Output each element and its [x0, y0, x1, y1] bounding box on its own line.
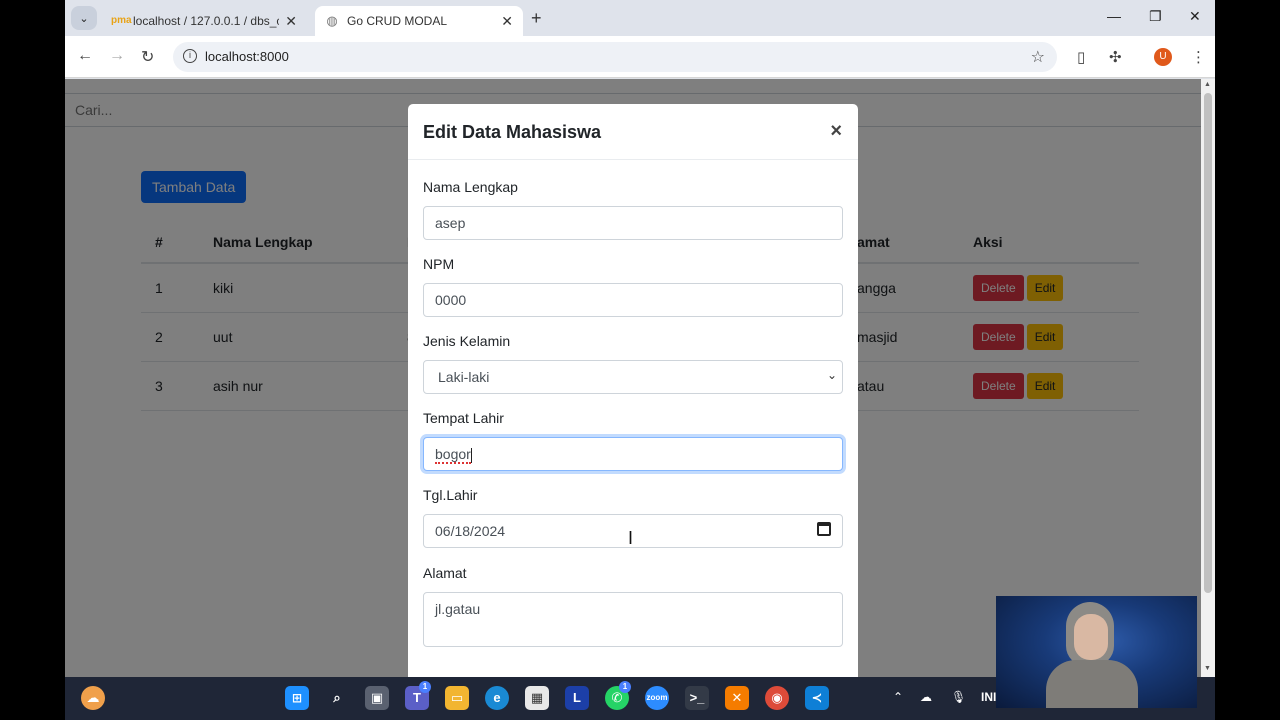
microphone-icon[interactable]: 🎙 [951, 690, 966, 704]
close-icon[interactable]: ✕ [501, 13, 513, 30]
scroll-down-icon[interactable]: ▼ [1204, 665, 1211, 672]
lark-l-icon[interactable]: L [565, 686, 589, 710]
text-cursor-icon: I [628, 528, 634, 548]
select-value: Laki-laki [438, 369, 490, 385]
forward-arrow-icon[interactable]: → [109, 47, 125, 65]
label-nama-lengkap: Nama Lengkap [423, 179, 518, 195]
whatsapp-badge: 1 [619, 681, 631, 693]
webcam-overlay [996, 596, 1197, 708]
field-npm: NPM [423, 256, 843, 317]
modal-title: Edit Data Mahasiswa [423, 122, 602, 142]
field-alamat: Alamat jl.gatau [423, 565, 843, 647]
address-bar[interactable]: i localhost:8000 ☆ [173, 42, 1057, 72]
bookmark-star-icon[interactable]: ☆ [1031, 47, 1045, 67]
label-npm: NPM [423, 256, 455, 272]
chevron-down-icon: ⌄ [79, 12, 89, 25]
label-alamat: Alamat [423, 565, 467, 581]
close-icon[interactable]: ✕ [285, 13, 297, 30]
field-tempat-lahir: Tempat Lahir bogor [423, 410, 843, 471]
zoom-icon[interactable]: zoom [645, 686, 669, 710]
chevron-down-icon: ⌄ [826, 368, 837, 382]
reload-icon[interactable]: ↻ [141, 47, 154, 67]
calendar-icon[interactable] [817, 522, 831, 536]
xampp-icon[interactable]: ✕ [725, 686, 749, 710]
close-icon[interactable]: × [830, 120, 842, 143]
edit-modal: Edit Data Mahasiswa × Nama Lengkap NPM J… [408, 104, 858, 677]
edge-icon[interactable]: e [485, 686, 509, 710]
screen: ⌄ pma localhost / 127.0.0.1 / dbs_crud ✕… [65, 0, 1215, 720]
file-explorer-icon[interactable]: ▭ [445, 686, 469, 710]
field-nama-lengkap: Nama Lengkap [423, 179, 843, 240]
teams-badge: 1 [419, 681, 431, 693]
browser-toolbar: ← → ↻ i localhost:8000 ☆ ▯ ✣ U ⋮ [65, 36, 1215, 78]
right-letterbox [1215, 0, 1280, 720]
vscode-icon[interactable]: ≺ [805, 686, 829, 710]
label-tempat-lahir: Tempat Lahir [423, 410, 504, 426]
phpmyadmin-icon: pma [111, 15, 132, 26]
jenis-kelamin-select[interactable]: Laki-laki [423, 360, 843, 394]
nama-lengkap-input[interactable] [423, 206, 843, 240]
person-face [1074, 614, 1108, 660]
modal-header: Edit Data Mahasiswa × [408, 104, 858, 160]
tab-title: Go CRUD MODAL [347, 14, 448, 28]
profile-avatar[interactable]: U [1154, 48, 1172, 66]
tab-phpmyadmin[interactable]: pma localhost / 127.0.0.1 / dbs_crud ✕ [101, 6, 307, 36]
extensions-puzzle-icon[interactable]: ✣ [1109, 48, 1122, 66]
back-arrow-icon[interactable]: ← [77, 47, 93, 65]
task-view-icon[interactable]: ▣ [365, 686, 389, 710]
scrollbar-thumb[interactable] [1204, 93, 1212, 593]
date-value: 06/18/2024 [435, 523, 506, 539]
chrome-icon[interactable]: ◉ [765, 686, 789, 710]
url-text: localhost:8000 [205, 49, 289, 64]
tab-title: localhost / 127.0.0.1 / dbs_crud [133, 14, 279, 28]
scroll-up-icon[interactable]: ▲ [1204, 81, 1211, 88]
alamat-textarea[interactable]: jl.gatau [423, 592, 843, 647]
minimize-icon[interactable]: — [1107, 8, 1121, 24]
tab-go-crud-modal[interactable]: ◍ Go CRUD MODAL ✕ [315, 6, 523, 36]
page-viewport: Tambah Data # Nama Lengkap NI amat Aksi … [65, 79, 1201, 677]
left-letterbox [0, 0, 65, 720]
new-tab-plus-icon[interactable]: + [531, 8, 542, 29]
restore-icon[interactable]: ❐ [1149, 8, 1162, 25]
field-tgl-lahir: Tgl.Lahir 06/18/2024 [423, 487, 843, 548]
store-icon[interactable]: ▦ [525, 686, 549, 710]
start-windows-icon[interactable]: ⊞ [285, 686, 309, 710]
npm-input[interactable] [423, 283, 843, 317]
terminal-icon[interactable]: >_ [685, 686, 709, 710]
menu-kebab-icon[interactable]: ⋮ [1191, 48, 1206, 66]
tab-strip: ⌄ pma localhost / 127.0.0.1 / dbs_crud ✕… [65, 0, 1215, 36]
tab-search-button[interactable]: ⌄ [71, 6, 97, 30]
globe-icon: ◍ [326, 13, 338, 28]
chevron-up-icon[interactable]: ⌃ [893, 690, 903, 704]
label-jenis-kelamin: Jenis Kelamin [423, 333, 511, 349]
tab-switch-icon[interactable]: ▯ [1077, 48, 1085, 66]
window-close-icon[interactable]: ✕ [1189, 8, 1201, 25]
onedrive-cloud-icon[interactable]: ☁ [920, 690, 932, 704]
tempat-lahir-input[interactable]: bogor [423, 437, 843, 471]
text-caret [470, 447, 472, 463]
widgets-icon[interactable]: ☁ [81, 686, 105, 710]
page-scrollbar[interactable]: ▲ ▼ [1201, 79, 1215, 677]
person-body [1046, 660, 1138, 708]
site-info-icon[interactable]: i [183, 49, 197, 63]
input-language-text[interactable]: INI [981, 690, 996, 704]
field-jenis-kelamin: Jenis Kelamin Laki-laki ⌄ [423, 333, 843, 394]
search-icon[interactable]: ⌕ [325, 686, 349, 710]
label-tgl-lahir: Tgl.Lahir [423, 487, 478, 503]
input-value: bogor [435, 446, 471, 464]
